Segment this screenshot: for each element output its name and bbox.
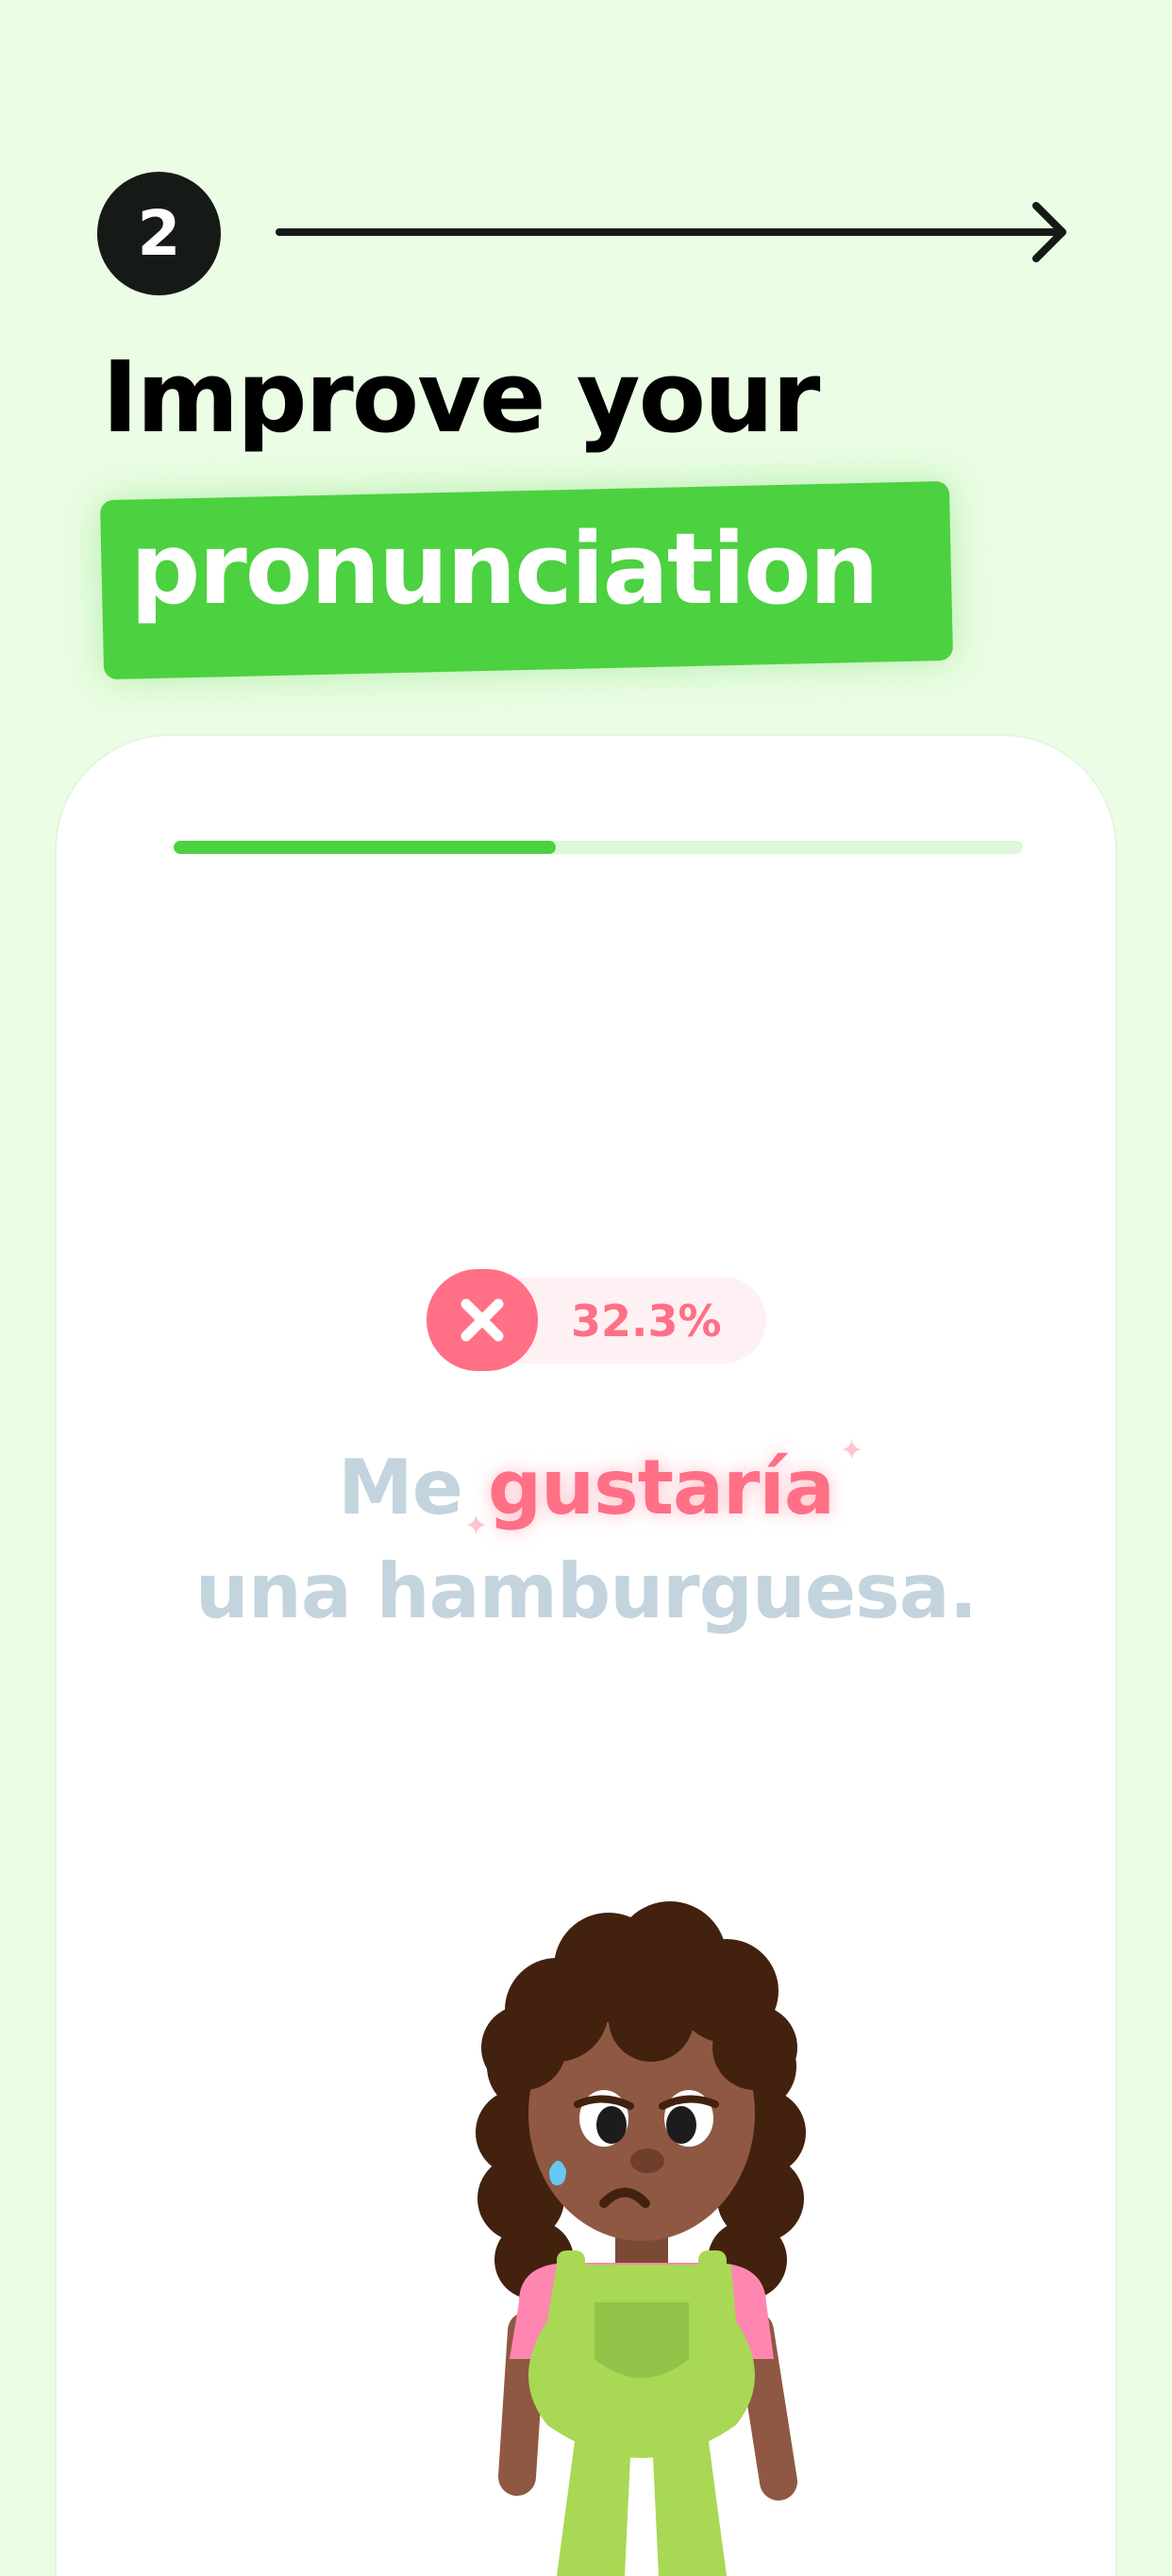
close-icon bbox=[427, 1269, 538, 1371]
score-percentage: 32.3% bbox=[571, 1296, 722, 1347]
sentence-word: Me bbox=[338, 1444, 463, 1531]
step-number-badge: 2 bbox=[97, 172, 221, 295]
sentence-line-2: una hamburguesa. bbox=[194, 1547, 978, 1635]
mispronounced-word: gustaría bbox=[487, 1444, 835, 1531]
lesson-progress-bar bbox=[174, 841, 1023, 854]
sad-character-illustration bbox=[476, 1901, 806, 2576]
pronunciation-score-badge: 32.3% bbox=[427, 1269, 766, 1371]
step-number: 2 bbox=[137, 197, 181, 270]
headline-title: Improve your bbox=[102, 340, 820, 455]
phone-screen-card: 32.3% ✦ ✦ Me gustaría una hamburguesa. bbox=[57, 736, 1115, 2576]
sentence-line-1: Me gustaría bbox=[57, 1444, 1115, 1531]
arrow-right-icon bbox=[276, 202, 1066, 262]
lesson-progress-fill bbox=[174, 841, 556, 854]
headline-highlight-text: pronunciation bbox=[130, 511, 879, 627]
